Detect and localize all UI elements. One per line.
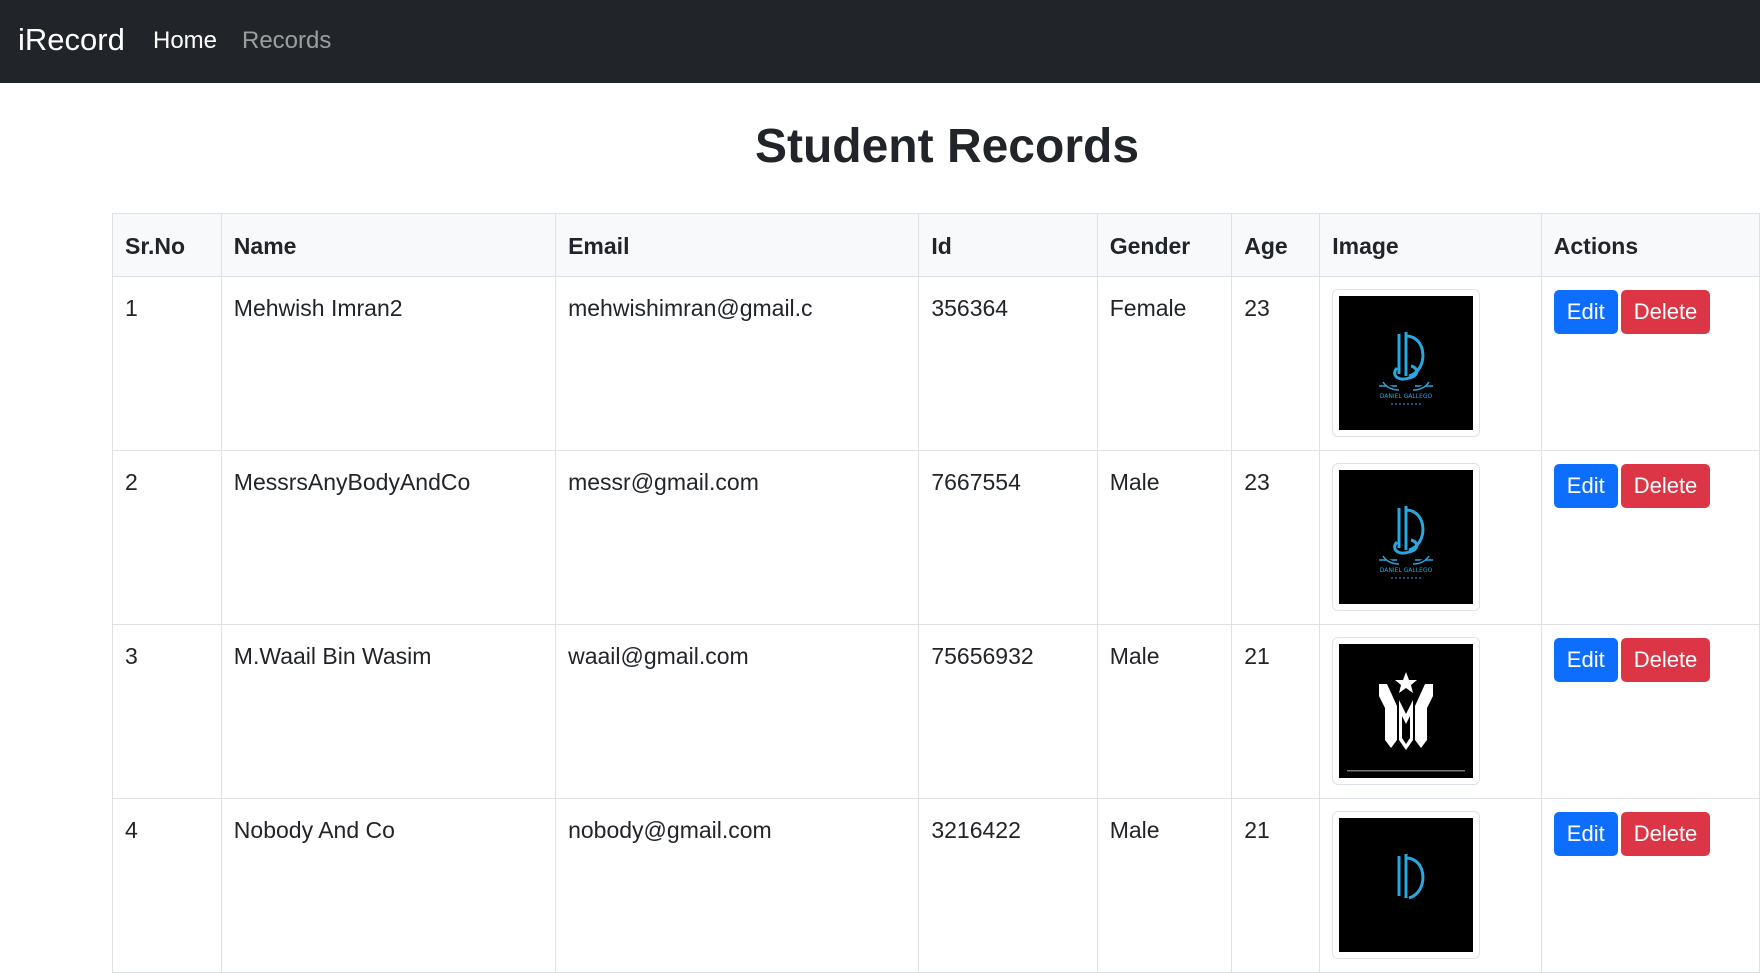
cell-id: 356364 [918, 276, 1098, 451]
delete-button[interactable]: Delete [1620, 638, 1711, 682]
delete-button[interactable]: Delete [1620, 290, 1711, 334]
dg-logo-caption: DANIEL GALLEGO [1380, 567, 1433, 574]
header-image: Image [1319, 213, 1542, 277]
delete-button[interactable]: Delete [1620, 464, 1711, 508]
cell-image: DANIEL GALLEGO [1319, 276, 1542, 451]
table-row: 2 MessrsAnyBodyAndCo messr@gmail.com 766… [112, 450, 1760, 625]
header-actions: Actions [1540, 213, 1760, 277]
student-image-thumbnail: DANIEL GALLEGO [1332, 463, 1481, 611]
dg-logo-image: DANIEL GALLEGO [1339, 296, 1474, 430]
cell-name: M.Waail Bin Wasim [220, 624, 557, 799]
cell-age: 23 [1231, 276, 1321, 451]
cell-srno: 1 [112, 276, 222, 451]
cell-image: DANIEL GALLEGO [1319, 450, 1542, 625]
student-image-thumbnail [1332, 637, 1481, 785]
header-name: Name [220, 213, 557, 277]
cell-gender: Female [1096, 276, 1233, 451]
edit-button[interactable]: Edit [1553, 812, 1618, 856]
table-row: 4 Nobody And Co nobody@gmail.com 3216422… [112, 798, 1760, 973]
cell-gender: Male [1096, 624, 1233, 799]
cell-actions: Edit Delete [1540, 276, 1760, 451]
cell-srno: 2 [112, 450, 222, 625]
cell-email: nobody@gmail.com [555, 798, 920, 973]
dg-logo-image: DANIEL GALLEGO [1339, 470, 1474, 604]
cell-id: 7667554 [918, 450, 1098, 625]
cell-email: messr@gmail.com [555, 450, 920, 625]
m-star-logo-image [1339, 644, 1474, 778]
cell-image [1319, 624, 1542, 799]
cell-gender: Male [1096, 450, 1233, 625]
cell-age: 21 [1231, 798, 1321, 973]
records-table: Sr.No Name Email Id Gender Age Image Act… [112, 213, 1760, 973]
header-srno: Sr.No [112, 213, 222, 277]
cell-email: waail@gmail.com [555, 624, 920, 799]
cell-name: Mehwish Imran2 [220, 276, 557, 451]
student-image-thumbnail: DANIEL GALLEGO [1332, 289, 1481, 437]
nav-home-link[interactable]: Home [153, 27, 217, 56]
nav-records-link[interactable]: Records [242, 27, 331, 56]
brand-logo[interactable]: iRecord [18, 21, 125, 58]
page-title: Student Records [754, 120, 1140, 173]
cell-age: 23 [1231, 450, 1321, 625]
cell-id: 3216422 [918, 798, 1098, 973]
cell-image [1319, 798, 1542, 973]
header-id: Id [918, 213, 1098, 277]
cell-gender: Male [1096, 798, 1233, 973]
cell-actions: Edit Delete [1540, 798, 1760, 973]
cell-srno: 4 [112, 798, 222, 973]
table-row: 3 M.Waail Bin Wasim waail@gmail.com 7565… [112, 624, 1760, 799]
header-gender: Gender [1096, 213, 1233, 277]
header-age: Age [1231, 213, 1321, 277]
cell-srno: 3 [112, 624, 222, 799]
dg-logo-image [1339, 818, 1474, 952]
cell-id: 75656932 [918, 624, 1098, 799]
cell-actions: Edit Delete [1540, 624, 1760, 799]
cell-age: 21 [1231, 624, 1321, 799]
edit-button[interactable]: Edit [1553, 638, 1618, 682]
cell-email: mehwishimran@gmail.c [555, 276, 920, 451]
table-row: 1 Mehwish Imran2 mehwishimran@gmail.c 35… [112, 276, 1760, 451]
cell-name: Nobody And Co [220, 798, 557, 973]
edit-button[interactable]: Edit [1553, 464, 1618, 508]
top-navbar: iRecord Home Records [0, 0, 1760, 83]
table-header-row: Sr.No Name Email Id Gender Age Image Act… [112, 213, 1760, 277]
dg-logo-caption: DANIEL GALLEGO [1380, 393, 1433, 400]
cell-actions: Edit Delete [1540, 450, 1760, 625]
header-email: Email [555, 213, 920, 277]
cell-name: MessrsAnyBodyAndCo [220, 450, 557, 625]
delete-button[interactable]: Delete [1620, 812, 1711, 856]
edit-button[interactable]: Edit [1553, 290, 1618, 334]
student-image-thumbnail [1332, 811, 1481, 959]
